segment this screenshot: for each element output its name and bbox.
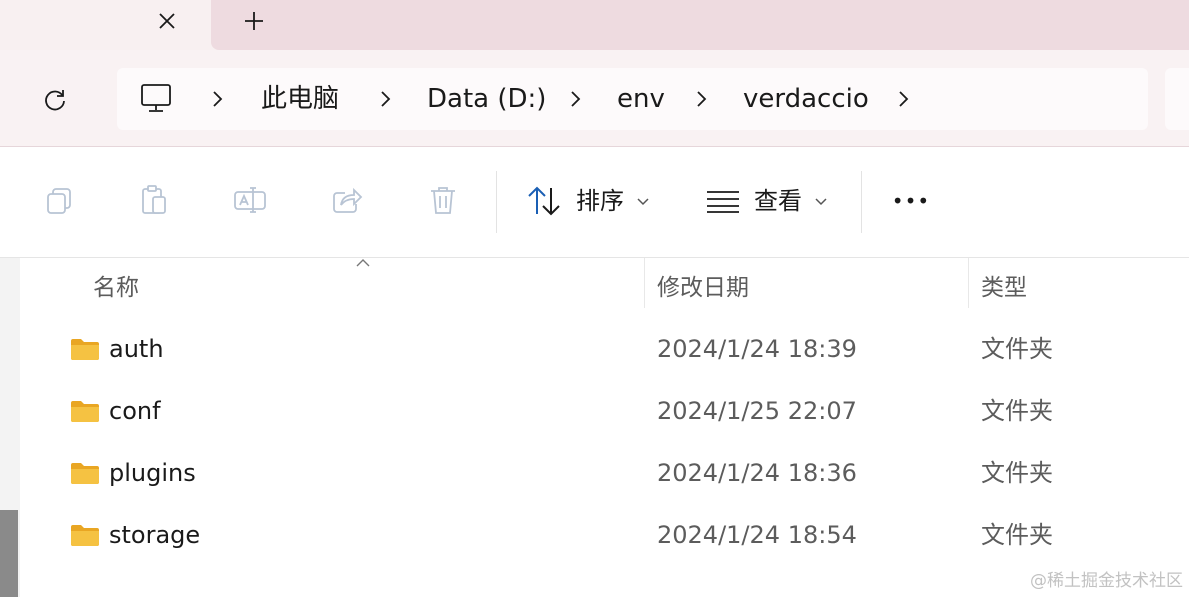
- file-type: 文件夹: [981, 397, 1053, 425]
- file-row[interactable]: plugins 2024/1/24 18:36 文件夹: [20, 443, 1189, 503]
- column-header-label: 类型: [981, 275, 1027, 301]
- breadcrumb-item[interactable]: verdaccio: [743, 68, 869, 130]
- view-label: 查看: [754, 187, 802, 215]
- folder-icon: [71, 463, 99, 484]
- tab-strip-empty-area: [211, 0, 1189, 50]
- breadcrumb-item-computer[interactable]: [139, 82, 173, 116]
- chevron-down-icon: [637, 198, 649, 206]
- refresh-icon: [45, 90, 65, 111]
- file-modified-date: 2024/1/24 18:36: [657, 459, 857, 487]
- breadcrumb-chevron-icon[interactable]: [891, 87, 915, 111]
- breadcrumb-item[interactable]: Data (D:): [427, 68, 546, 130]
- file-modified-date: 2024/1/25 22:07: [657, 397, 857, 425]
- breadcrumb-chevron-icon[interactable]: [689, 87, 713, 111]
- address-bar[interactable]: 此电脑 Data (D:) env verdaccio: [117, 68, 1148, 130]
- share-icon: [333, 187, 363, 213]
- file-row[interactable]: auth 2024/1/24 18:39 文件夹: [20, 319, 1189, 379]
- toolbar-divider: [496, 171, 497, 233]
- breadcrumb-item[interactable]: 此电脑: [261, 68, 339, 130]
- paste-button[interactable]: [137, 183, 171, 217]
- copy-button[interactable]: [42, 183, 76, 217]
- delete-button[interactable]: [426, 183, 460, 217]
- tab-bar: [0, 0, 1189, 50]
- file-name: plugins: [109, 459, 196, 487]
- delete-icon: [431, 187, 455, 214]
- file-name: auth: [109, 335, 164, 363]
- close-tab-button[interactable]: [150, 4, 184, 38]
- navigation-bar: 此电脑 Data (D:) env verdaccio: [0, 50, 1189, 147]
- file-type: 文件夹: [981, 521, 1053, 549]
- column-header-modified[interactable]: 修改日期: [645, 258, 968, 308]
- sort-label: 排序: [576, 187, 624, 215]
- more-options-icon: •••: [891, 189, 931, 213]
- file-modified-date: 2024/1/24 18:54: [657, 521, 857, 549]
- column-header-name[interactable]: 名称: [20, 258, 644, 308]
- folder-icon: [71, 401, 99, 422]
- rename-button[interactable]: [233, 183, 267, 217]
- column-header-label: 修改日期: [657, 275, 749, 301]
- share-button[interactable]: [330, 183, 364, 217]
- file-row[interactable]: conf 2024/1/25 22:07 文件夹: [20, 381, 1189, 441]
- breadcrumb-chevron-icon[interactable]: [563, 87, 587, 111]
- close-icon: [159, 13, 175, 29]
- command-bar: 排序 查看 •••: [0, 147, 1189, 258]
- file-modified-date: 2024/1/24 18:39: [657, 335, 857, 363]
- toolbar-divider: [861, 171, 862, 233]
- more-options-button[interactable]: •••: [886, 183, 936, 219]
- file-row[interactable]: storage 2024/1/24 18:54 文件夹: [20, 505, 1189, 565]
- computer-icon: [141, 84, 171, 112]
- plus-icon: [245, 12, 263, 30]
- refresh-button[interactable]: [34, 79, 76, 121]
- new-tab-button[interactable]: [236, 4, 272, 38]
- file-name: storage: [109, 521, 201, 549]
- file-type: 文件夹: [981, 335, 1053, 363]
- paste-icon: [142, 185, 166, 214]
- copy-icon: [47, 188, 71, 214]
- scrollbar-thumb[interactable]: [0, 510, 18, 597]
- watermark: @稀土掘金技术社区: [1030, 571, 1183, 591]
- folder-icon: [71, 525, 99, 546]
- breadcrumb-item[interactable]: env: [617, 68, 665, 130]
- file-type: 文件夹: [981, 459, 1053, 487]
- rename-icon: [234, 187, 266, 213]
- column-header-label: 名称: [93, 275, 139, 301]
- view-button[interactable]: 查看: [700, 177, 840, 225]
- file-list: 名称 修改日期 类型 auth 2024/1/24 18:39 文件夹 conf…: [0, 258, 1189, 597]
- sort-icon: [528, 186, 560, 216]
- column-header-type[interactable]: 类型: [969, 258, 1189, 308]
- file-name: conf: [109, 397, 161, 425]
- scrollbar-track[interactable]: [0, 258, 20, 597]
- folder-icon: [71, 339, 99, 360]
- breadcrumb-chevron-icon[interactable]: [205, 87, 229, 111]
- sort-button[interactable]: 排序: [520, 177, 660, 225]
- breadcrumb-chevron-icon[interactable]: [373, 87, 397, 111]
- chevron-down-icon: [815, 198, 827, 206]
- search-box[interactable]: [1165, 68, 1189, 130]
- view-icon: [707, 191, 739, 213]
